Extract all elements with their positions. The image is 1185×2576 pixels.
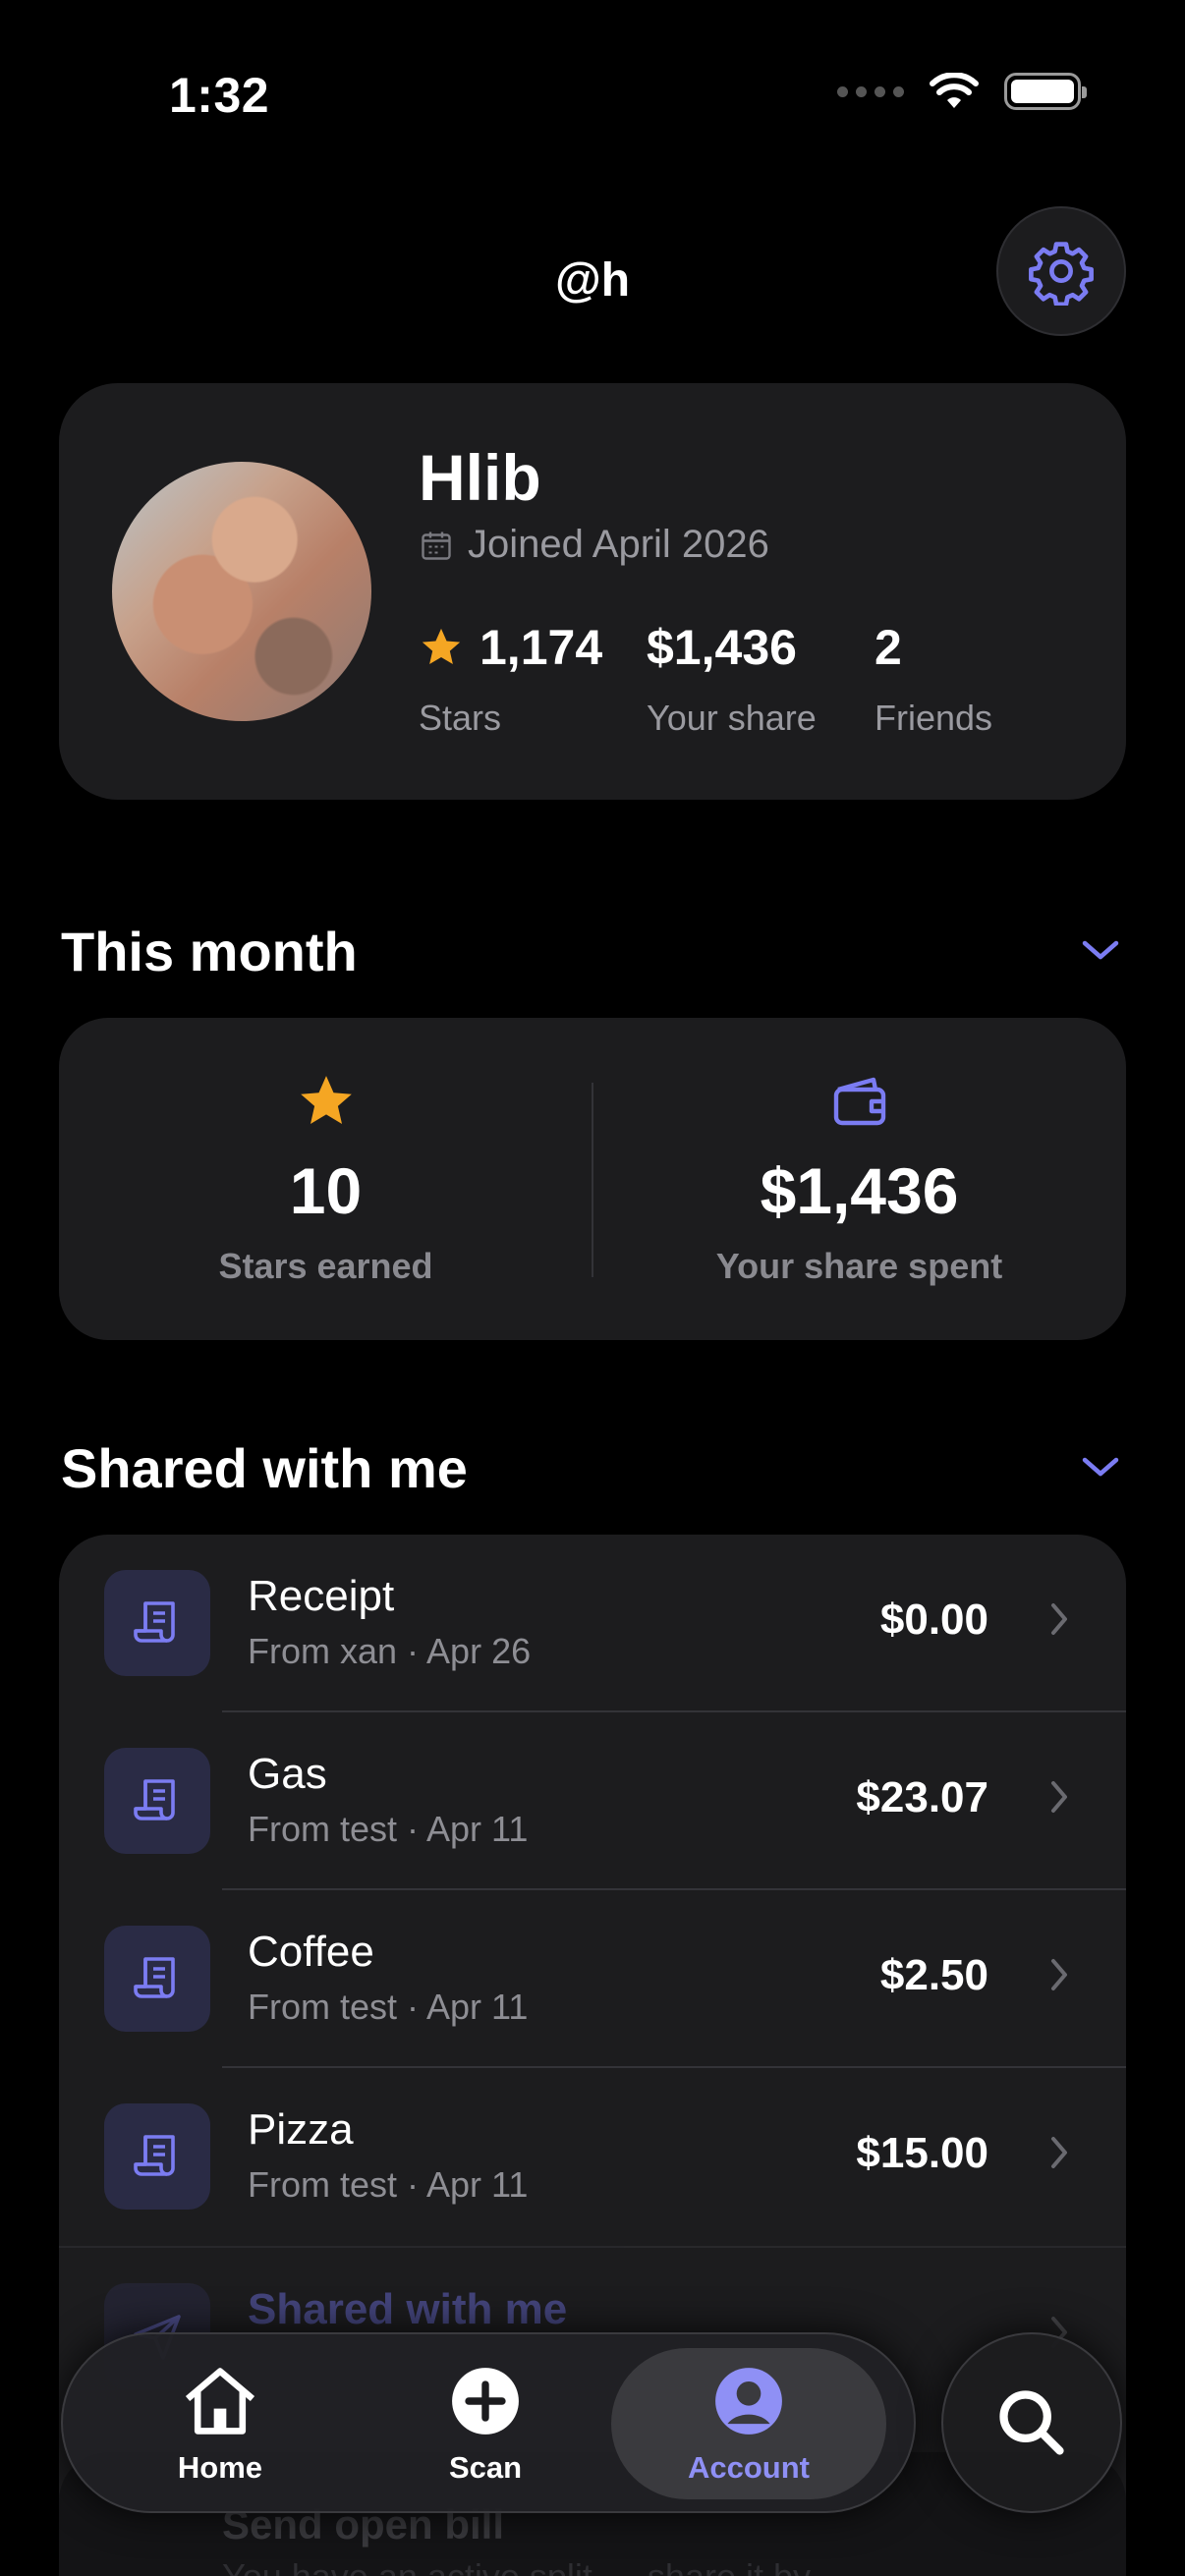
item-amount: $2.50 [879,1951,988,1999]
star-icon [422,628,461,665]
stat-friends[interactable]: 2 Friends [875,619,992,739]
tab-label: Account [688,2450,810,2485]
item-title: Coffee [248,1928,374,1976]
stat-label: Your share [647,698,817,738]
receipt-icon [104,2103,210,2210]
tab-home[interactable]: Home [83,2348,358,2499]
wallet-icon [833,1077,885,1126]
this-month-heading: This month [61,921,358,982]
share-spent-label: Your share spent [715,1246,1003,1286]
chevron-down-icon[interactable] [1079,935,1122,965]
item-subtitle: From xan · Apr 26 [248,1631,532,1671]
search-button[interactable] [941,2332,1122,2513]
status-time: 1:32 [169,68,270,123]
month-share: $1,436 Your share spent [592,1069,1126,1287]
status-icons [837,73,1087,110]
share-spent-value: $1,436 [760,1154,959,1227]
link-row-title: Shared with me [248,2285,568,2333]
chevron-down-icon[interactable] [1079,1452,1122,1482]
tab-bar: Home Scan Account [61,2332,916,2513]
gear-icon [1029,242,1094,306]
plus-circle-icon [452,2368,519,2435]
month-summary-card: 10 Stars earned $1,436 Your share spent [59,1018,1126,1340]
item-amount: $0.00 [879,1596,988,1644]
stat-label: Stars [419,698,502,738]
item-amount: $15.00 [856,2129,988,2177]
receipt-icon [104,1570,210,1676]
battery-icon [1004,73,1087,110]
item-title: Pizza [248,2105,354,2154]
shared-heading: Shared with me [61,1437,468,1499]
chevron-right-icon [1051,1603,1067,1635]
list-item[interactable]: Receipt From xan · Apr 26 $0.00 [59,1535,1126,1712]
month-stars: 10 Stars earned [59,1069,592,1287]
item-subtitle: From test · Apr 11 [248,2164,529,2205]
send-bill-subtitle: You have an active split — share it by..… [222,2556,837,2576]
stat-share: $1,436 Your share [647,619,817,739]
signal-dots-icon [837,85,904,97]
settings-button[interactable] [996,206,1126,336]
item-amount: $23.07 [856,1773,988,1821]
chevron-right-icon [1051,1959,1067,1990]
chevron-right-icon [1051,1781,1067,1813]
item-subtitle: From test · Apr 11 [248,1809,529,1849]
list-item[interactable]: Pizza From test · Apr 11 $15.00 [59,2068,1126,2246]
tab-label: Home [177,2450,263,2485]
stat-value: $1,436 [647,620,797,675]
wifi-icon [930,73,979,108]
stat-label: Friends [875,698,993,738]
star-icon [300,1076,352,1124]
joined-date: Joined April 2026 [419,523,769,567]
calendar-icon [422,532,451,560]
tab-account[interactable]: Account [611,2348,886,2499]
item-title: Gas [248,1750,327,1798]
item-subtitle: From test · Apr 11 [248,1987,529,2027]
item-title: Receipt [248,1572,395,1620]
chevron-right-icon [1051,2137,1067,2168]
stat-value: 1,174 [480,620,603,675]
avatar[interactable] [112,462,371,721]
list-item[interactable]: Coffee From test · Apr 11 $2.50 [59,1890,1126,2068]
joined-text: Joined April 2026 [468,523,769,566]
person-circle-icon [715,2368,782,2435]
stars-earned-value: 10 [289,1154,363,1227]
tab-scan[interactable]: Scan [348,2348,623,2499]
receipt-icon [104,1926,210,2032]
profile-card: Hlib Joined April 2026 1,174 Stars $1,43… [59,383,1126,800]
tab-label: Scan [448,2450,523,2485]
home-icon [185,2368,255,2435]
receipt-icon [104,1748,210,1854]
profile-name: Hlib [419,441,541,514]
list-item[interactable]: Gas From test · Apr 11 $23.07 [59,1712,1126,1890]
stat-value: 2 [875,620,902,675]
stat-stars: 1,174 Stars [419,619,602,739]
search-icon [999,2390,1064,2455]
stars-earned-label: Stars earned [218,1246,433,1286]
